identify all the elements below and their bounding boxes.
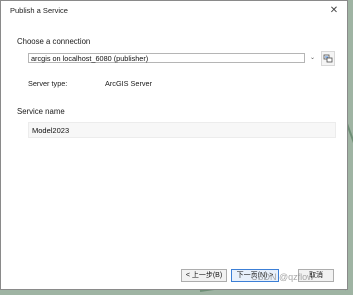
- dialog-titlebar: Publish a Service ✕: [1, 1, 347, 20]
- connection-select[interactable]: arcgis on localhost_6080 (publisher): [28, 53, 305, 63]
- add-connection-button[interactable]: [321, 51, 335, 66]
- choose-connection-label: Choose a connection: [17, 37, 91, 46]
- server-type-value: ArcGIS Server: [105, 79, 153, 88]
- close-icon[interactable]: ✕: [327, 4, 341, 17]
- connection-select-value: arcgis on localhost_6080 (publisher): [31, 54, 149, 63]
- service-name-input[interactable]: Model2023: [28, 122, 336, 138]
- publish-service-dialog: Publish a Service ✕ Choose a connection …: [0, 0, 348, 290]
- dialog-footer: [2, 253, 347, 289]
- csdn-watermark: CSDN @qzflow: [251, 272, 314, 282]
- server-type-label: Server type:: [28, 79, 68, 88]
- chevron-down-icon[interactable]: ⌄: [307, 53, 318, 63]
- back-button[interactable]: < 上一步(B): [181, 269, 227, 282]
- service-name-label: Service name: [17, 107, 65, 116]
- dialog-title: Publish a Service: [10, 6, 68, 15]
- service-name-value: Model2023: [32, 126, 70, 135]
- add-connection-icon: [323, 54, 333, 63]
